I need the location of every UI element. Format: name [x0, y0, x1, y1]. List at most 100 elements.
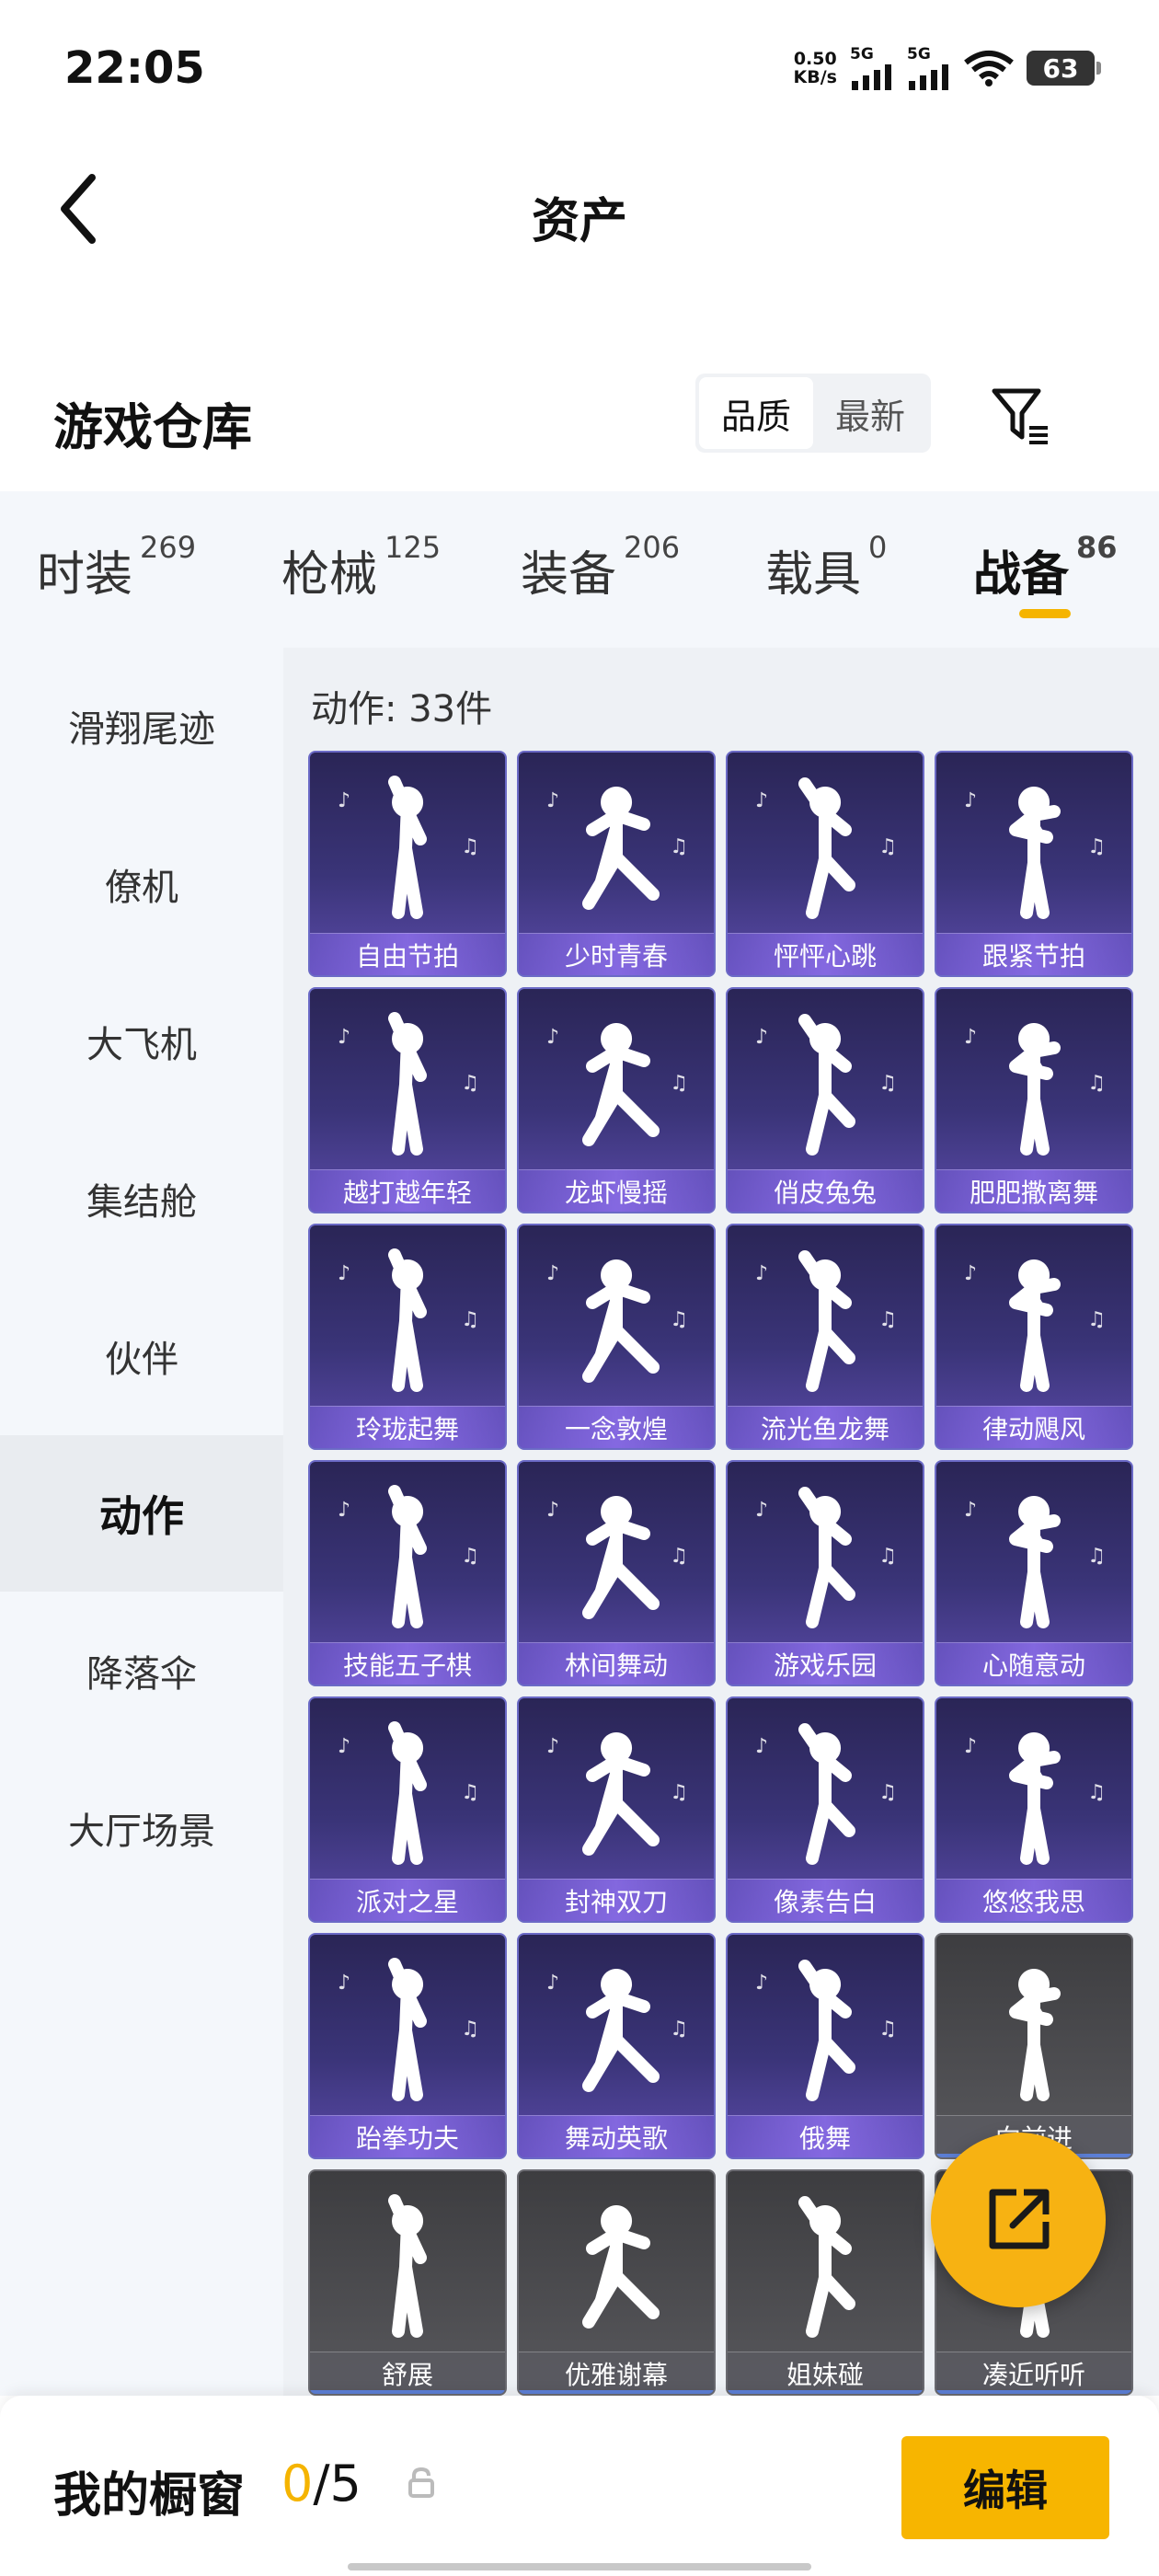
music-note-icon: ♫: [878, 835, 897, 858]
music-note-icon: ♪: [338, 1972, 351, 1995]
signal-sim1: 5G: [850, 46, 894, 90]
tab-equipment[interactable]: 装备 206: [521, 530, 680, 604]
emote-card[interactable]: ♪ ♫ 像素告白: [726, 1696, 924, 1923]
music-note-icon: ♫: [878, 2018, 897, 2041]
dancer-silhouette-icon: [582, 1259, 660, 1383]
sidebar-item-assembly-pod[interactable]: 集结舱: [0, 1121, 283, 1277]
emote-card[interactable]: ♪ ♫ 少时青春: [517, 751, 716, 977]
dancer-silhouette-icon: [388, 1012, 427, 1156]
sidebar-item-wingman[interactable]: 僚机: [0, 806, 283, 962]
emote-card[interactable]: ♪ ♫ 技能五子棋: [308, 1460, 507, 1686]
emote-card[interactable]: ♪ ♫ 律动飓风: [935, 1224, 1133, 1450]
showcase-total: /5: [313, 2455, 361, 2513]
music-note-icon: ♫: [461, 1781, 479, 1804]
lock-icon: [408, 2467, 434, 2498]
music-note-icon: ♪: [964, 1735, 978, 1758]
dancer-silhouette-icon: [798, 1487, 855, 1628]
emote-card[interactable]: ♪ ♫ 自由节拍: [308, 751, 507, 977]
emote-card[interactable]: ♪ ♫ 流光鱼龙舞: [726, 1224, 924, 1450]
music-note-icon: ♪: [546, 1026, 560, 1049]
showcase-count: 0/5: [281, 2455, 361, 2513]
sort-option-quality[interactable]: 品质: [699, 377, 813, 449]
dancer-silhouette-icon: [388, 2194, 427, 2338]
dancer-silhouette-icon: [388, 1485, 427, 1628]
tab-fashion[interactable]: 时装 269: [37, 530, 196, 604]
tab-firearms[interactable]: 枪械 125: [281, 530, 441, 604]
music-note-icon: ♫: [461, 2018, 479, 2041]
emote-card[interactable]: ♪ ♫ 一念敦煌: [517, 1224, 716, 1450]
music-note-icon: ♫: [461, 1308, 479, 1331]
music-note-icon: ♫: [1087, 835, 1106, 858]
emote-card[interactable]: ♪ ♫ 俄舞: [726, 1933, 924, 2159]
emote-card[interactable]: ♪ ♫ 肥肥撒离舞: [935, 987, 1133, 1213]
music-note-icon: ♫: [670, 1072, 688, 1095]
music-note-icon: ♫: [878, 1781, 897, 1804]
tab-vehicles[interactable]: 载具 0: [765, 530, 887, 604]
signal-icon: [852, 64, 891, 90]
emote-card-label: 流光鱼龙舞: [728, 1406, 923, 1448]
emote-card[interactable]: 向前进: [935, 1933, 1133, 2159]
music-note-icon: ♫: [878, 1308, 897, 1331]
emote-card[interactable]: ♪ ♫ 跟紧节拍: [935, 751, 1133, 977]
emote-card-label: 怦怦心跳: [728, 933, 923, 975]
emote-card[interactable]: ♪ ♫ 俏皮兔兔: [726, 987, 924, 1213]
music-note-icon: ♪: [755, 1262, 769, 1285]
emote-card-label: 像素告白: [728, 1879, 923, 1921]
dancer-silhouette-icon: [388, 1248, 427, 1392]
sidebar-item-parachute[interactable]: 降落伞: [0, 1593, 283, 1749]
emote-card[interactable]: ♪ ♫ 越打越年轻: [308, 987, 507, 1213]
emote-card-label: 越打越年轻: [310, 1169, 505, 1212]
emote-card-label: 悠悠我思: [936, 1879, 1131, 1921]
emote-card[interactable]: 舒展: [308, 2169, 507, 2396]
emote-card[interactable]: ♪ ♫ 舞动英歌: [517, 1933, 716, 2159]
music-note-icon: ♫: [670, 835, 688, 858]
emote-card[interactable]: ♪ ♫ 心随意动: [935, 1460, 1133, 1686]
emote-card-label: 少时青春: [519, 933, 714, 975]
dancer-silhouette-icon: [1009, 1023, 1061, 1156]
filter-button[interactable]: [984, 379, 1058, 453]
sidebar-item-big-plane[interactable]: 大飞机: [0, 963, 283, 1120]
emote-card[interactable]: ♪ ♫ 派对之星: [308, 1696, 507, 1923]
dancer-silhouette-icon: [798, 777, 855, 919]
music-note-icon: ♪: [546, 1972, 560, 1995]
emote-card[interactable]: ♪ ♫ 龙虾慢摇: [517, 987, 716, 1213]
emote-card-label: 俄舞: [728, 2115, 923, 2157]
emote-card-label: 舞动英歌: [519, 2115, 714, 2157]
emote-card[interactable]: ♪ ♫ 怦怦心跳: [726, 751, 924, 977]
dancer-silhouette-icon: [582, 1969, 660, 2092]
emote-card[interactable]: ♪ ♫ 玲珑起舞: [308, 1224, 507, 1450]
sort-option-latest[interactable]: 最新: [813, 377, 927, 449]
emote-card-label: 龙虾慢摇: [519, 1169, 714, 1212]
sidebar: 滑翔尾迹 僚机 大飞机 集结舱 伙伴 动作 降落伞 大厅场景: [0, 648, 283, 2396]
sim1-label: 5G: [850, 45, 874, 63]
sidebar-item-lobby-scene[interactable]: 大厅场景: [0, 1750, 283, 1906]
tab-count: 0: [868, 530, 888, 565]
emote-card-label: 姐妹碰: [728, 2352, 923, 2394]
emote-card[interactable]: ♪ ♫ 封神双刀: [517, 1696, 716, 1923]
music-note-icon: ♪: [546, 789, 560, 812]
sidebar-item-emotes[interactable]: 动作: [0, 1435, 283, 1592]
dancer-silhouette-icon: [1009, 787, 1061, 919]
emote-card-label: 心随意动: [936, 1642, 1131, 1685]
tab-combat-gear[interactable]: 战备 86: [973, 530, 1118, 604]
dancer-silhouette-icon: [388, 1958, 427, 2101]
share-fab-button[interactable]: [931, 2133, 1106, 2307]
emote-card[interactable]: ♪ ♫ 游戏乐园: [726, 1460, 924, 1686]
emote-card-label: 跟紧节拍: [936, 933, 1131, 975]
emote-card[interactable]: ♪ ♫ 悠悠我思: [935, 1696, 1133, 1923]
signal-sim2: 5G: [907, 46, 951, 90]
category-tabs: 时装 269 枪械 125 装备 206 载具 0 战备 86: [0, 491, 1159, 648]
sidebar-item-glide-trail[interactable]: 滑翔尾迹: [0, 648, 283, 804]
home-indicator[interactable]: [348, 2563, 811, 2570]
emote-card[interactable]: 姐妹碰: [726, 2169, 924, 2396]
edit-button[interactable]: 编辑: [901, 2436, 1109, 2539]
emote-card[interactable]: ♪ ♫ 林间舞动: [517, 1460, 716, 1686]
music-note-icon: ♪: [964, 1499, 978, 1522]
dancer-silhouette-icon: [582, 2205, 660, 2329]
sidebar-item-partner[interactable]: 伙伴: [0, 1278, 283, 1434]
emote-card[interactable]: 优雅谢幕: [517, 2169, 716, 2396]
dancer-silhouette-icon: [388, 776, 427, 919]
emote-card[interactable]: ♪ ♫ 跆拳功夫: [308, 1933, 507, 2159]
tab-count: 86: [1076, 530, 1118, 565]
music-note-icon: ♪: [338, 1735, 351, 1758]
